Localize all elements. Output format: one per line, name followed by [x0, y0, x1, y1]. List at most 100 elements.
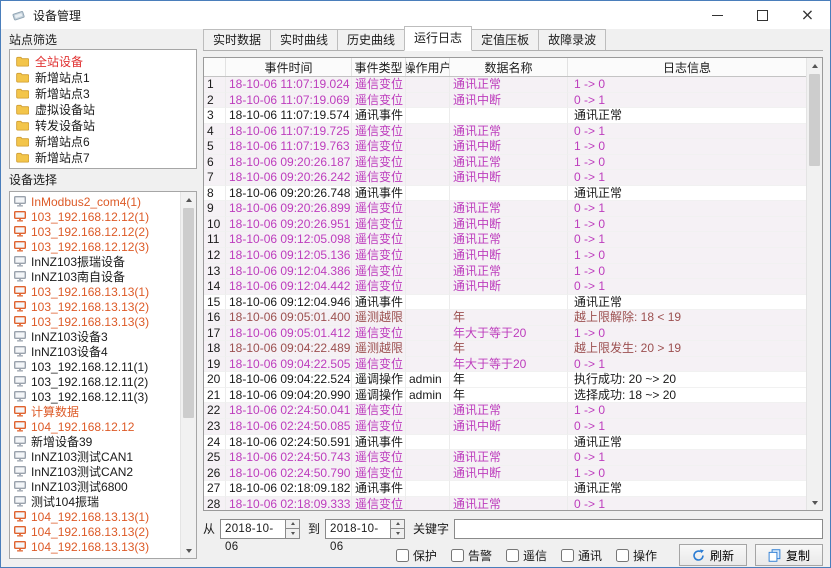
log-row[interactable]: 1418-10-06 09:12:04.442遥信变位通讯中断0 -> 1 — [204, 279, 807, 295]
log-row[interactable]: 818-10-06 09:20:26.748通讯事件通讯正常 — [204, 186, 807, 202]
filter-remote-signal-checkbox[interactable]: 遥信 — [506, 547, 547, 564]
table-scrollbar[interactable] — [806, 58, 822, 510]
tab-history-curve[interactable]: 历史曲线 — [337, 29, 405, 50]
tab-setting-plate[interactable]: 定值压板 — [471, 29, 539, 50]
device-item[interactable]: InNZ103测试6800 — [10, 479, 180, 494]
filter-operation-checkbox[interactable]: 操作 — [616, 547, 657, 564]
spinner-down-icon[interactable] — [286, 529, 299, 538]
to-date-picker[interactable]: 2018-10-06 — [325, 519, 405, 539]
station-item[interactable]: 新增站点6 — [10, 133, 196, 149]
log-row[interactable]: 918-10-06 09:20:26.899遥信变位通讯正常0 -> 1 — [204, 201, 807, 217]
tab-fault-record[interactable]: 故障录波 — [538, 29, 606, 50]
device-item[interactable]: 104_192.168.12.12 — [10, 419, 180, 434]
minimize-button[interactable] — [695, 1, 740, 29]
scroll-up-arrow[interactable] — [181, 192, 196, 207]
close-button[interactable]: × — [785, 1, 830, 29]
checkbox-icon[interactable] — [451, 549, 464, 562]
station-item[interactable]: 新增站点7 — [10, 149, 196, 165]
log-row[interactable]: 418-10-06 11:07:19.725遥信变位通讯正常0 -> 1 — [204, 124, 807, 140]
scroll-down-arrow[interactable] — [807, 495, 822, 510]
station-item[interactable]: 新增站点1 — [10, 69, 196, 85]
refresh-button[interactable]: 刷新 — [679, 544, 747, 566]
column-header[interactable] — [204, 58, 226, 76]
device-item[interactable]: 测试104振瑞 — [10, 494, 180, 509]
device-item[interactable]: InNZ103设备3 — [10, 329, 180, 344]
station-item[interactable]: 新增站点3 — [10, 85, 196, 101]
column-header[interactable]: 日志信息 — [568, 58, 807, 76]
column-header[interactable]: 事件时间 — [226, 58, 352, 76]
log-row[interactable]: 1018-10-06 09:20:26.951遥信变位通讯中断1 -> 0 — [204, 217, 807, 233]
device-item[interactable]: 103_192.168.12.12(2) — [10, 224, 180, 239]
log-row[interactable]: 2218-10-06 02:24:50.041遥信变位通讯正常1 -> 0 — [204, 403, 807, 419]
spinner-up-icon[interactable] — [391, 520, 404, 530]
station-item[interactable]: 全站设备 — [10, 53, 196, 69]
device-item[interactable]: 103_192.168.13.13(1) — [10, 284, 180, 299]
filter-comm-checkbox[interactable]: 通讯 — [561, 547, 602, 564]
station-item[interactable]: 虚拟设备站 — [10, 101, 196, 117]
log-row[interactable]: 2018-10-06 09:04:22.524遥调操作admin年执行成功: 2… — [204, 372, 807, 388]
device-item[interactable]: 103_192.168.12.12(1) — [10, 209, 180, 224]
device-item[interactable]: 103_192.168.13.13(3) — [10, 314, 180, 329]
column-header[interactable]: 数据名称 — [450, 58, 568, 76]
copy-button[interactable]: 复制 — [755, 544, 823, 566]
log-row[interactable]: 2718-10-06 02:18:09.182通讯事件通讯正常 — [204, 481, 807, 497]
scrollbar-thumb[interactable] — [809, 74, 820, 166]
checkbox-icon[interactable] — [506, 549, 519, 562]
device-item[interactable]: InNZ103测试CAN2 — [10, 464, 180, 479]
log-row[interactable]: 1918-10-06 09:04:22.505遥信变位年大于等于200 -> 1 — [204, 357, 807, 373]
device-item[interactable]: InNZ103振瑞设备 — [10, 254, 180, 269]
checkbox-icon[interactable] — [561, 549, 574, 562]
device-item[interactable]: 104_192.168.13.13(3) — [10, 539, 180, 554]
maximize-button[interactable] — [740, 1, 785, 29]
log-row[interactable]: 618-10-06 09:20:26.187遥信变位通讯正常1 -> 0 — [204, 155, 807, 171]
spinner-up-icon[interactable] — [286, 520, 299, 530]
device-item[interactable]: InNZ103测试CAN1 — [10, 449, 180, 464]
device-item[interactable]: InModbus2_com4(1) — [10, 194, 180, 209]
log-row[interactable]: 118-10-06 11:07:19.024遥信变位通讯正常1 -> 0 — [204, 77, 807, 93]
checkbox-icon[interactable] — [396, 549, 409, 562]
log-row[interactable]: 318-10-06 11:07:19.574通讯事件通讯正常 — [204, 108, 807, 124]
log-row[interactable]: 2418-10-06 02:24:50.591通讯事件通讯正常 — [204, 435, 807, 451]
log-row[interactable]: 1618-10-06 09:05:01.400遥测越限年越上限解除: 18 < … — [204, 310, 807, 326]
device-item[interactable]: 103_192.168.12.11(2) — [10, 374, 180, 389]
log-row[interactable]: 218-10-06 11:07:19.069遥信变位通讯中断0 -> 1 — [204, 93, 807, 109]
device-item[interactable]: 104_192.168.13.13(2) — [10, 524, 180, 539]
log-row[interactable]: 2318-10-06 02:24:50.085遥信变位通讯中断0 -> 1 — [204, 419, 807, 435]
from-date-picker[interactable]: 2018-10-06 — [220, 519, 300, 539]
log-row[interactable]: 2618-10-06 02:24:50.790遥信变位通讯中断1 -> 0 — [204, 466, 807, 482]
column-header[interactable]: 事件类型 — [352, 58, 406, 76]
device-item[interactable]: 计算数据 — [10, 404, 180, 419]
log-row[interactable]: 518-10-06 11:07:19.763遥信变位通讯中断1 -> 0 — [204, 139, 807, 155]
log-row[interactable]: 2518-10-06 02:24:50.743遥信变位通讯正常0 -> 1 — [204, 450, 807, 466]
log-row[interactable]: 1118-10-06 09:12:05.098遥信变位通讯正常0 -> 1 — [204, 232, 807, 248]
device-item[interactable]: 新增设备39 — [10, 434, 180, 449]
checkbox-icon[interactable] — [616, 549, 629, 562]
device-list-scrollbar[interactable] — [180, 192, 196, 558]
filter-alarm-checkbox[interactable]: 告警 — [451, 547, 492, 564]
log-row[interactable]: 1718-10-06 09:05:01.412遥信变位年大于等于201 -> 0 — [204, 326, 807, 342]
device-item[interactable]: InNZ103设备4 — [10, 344, 180, 359]
log-row[interactable]: 718-10-06 09:20:26.242遥信变位通讯中断0 -> 1 — [204, 170, 807, 186]
device-item[interactable]: 104_192.168.13.13(1) — [10, 509, 180, 524]
column-header[interactable]: 操作用户 — [406, 58, 450, 76]
device-item[interactable]: 103_192.168.12.11(1) — [10, 359, 180, 374]
log-row[interactable]: 1818-10-06 09:04:22.489遥测越限年越上限发生: 20 > … — [204, 341, 807, 357]
log-row[interactable]: 1218-10-06 09:12:05.136遥信变位通讯中断1 -> 0 — [204, 248, 807, 264]
tab-realtime-curve[interactable]: 实时曲线 — [270, 29, 338, 50]
scroll-down-arrow[interactable] — [181, 543, 196, 558]
tab-realtime-data[interactable]: 实时数据 — [203, 29, 271, 50]
station-item[interactable]: 转发设备站 — [10, 117, 196, 133]
spinner-down-icon[interactable] — [391, 529, 404, 538]
log-row[interactable]: 2118-10-06 09:04:20.990遥调操作admin年选择成功: 1… — [204, 388, 807, 404]
tab-run-log[interactable]: 运行日志 — [404, 26, 472, 51]
device-item[interactable]: 103_192.168.12.11(3) — [10, 389, 180, 404]
device-item[interactable]: 103_192.168.12.12(3) — [10, 239, 180, 254]
device-item[interactable]: 103_192.168.13.13(2) — [10, 299, 180, 314]
scroll-up-arrow[interactable] — [807, 58, 822, 73]
scrollbar-thumb[interactable] — [183, 208, 194, 418]
filter-protect-checkbox[interactable]: 保护 — [396, 547, 437, 564]
log-row[interactable]: 1318-10-06 09:12:04.386遥信变位通讯正常1 -> 0 — [204, 264, 807, 280]
keyword-input[interactable] — [454, 519, 823, 539]
log-row[interactable]: 2818-10-06 02:18:09.333遥信变位通讯正常0 -> 1 — [204, 497, 807, 510]
device-item[interactable]: InNZ103南自设备 — [10, 269, 180, 284]
